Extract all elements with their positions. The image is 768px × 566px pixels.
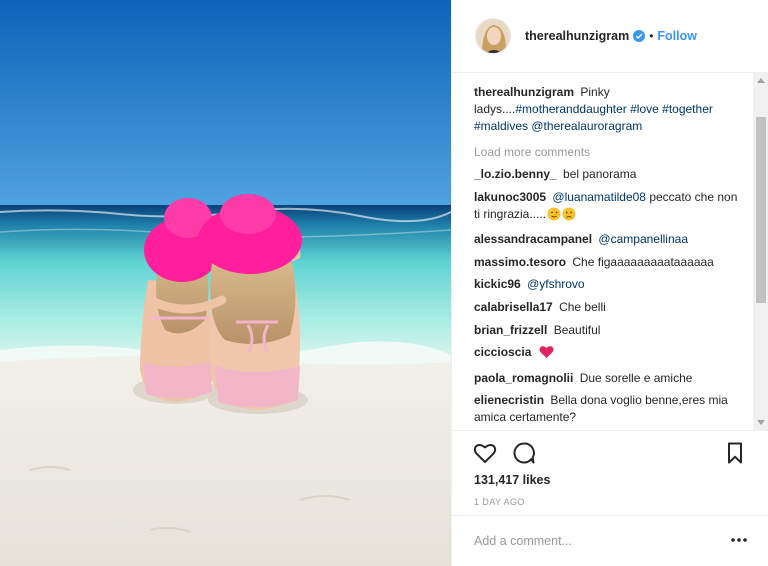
comment-text: Che figaaaaaaaaataaaaaa [572,254,714,269]
comment-username[interactable]: alessandracampanel [474,232,592,246]
mention-link[interactable]: @therealauroragram [531,119,642,133]
header-username[interactable]: therealhunzigram [525,29,629,43]
bookmark-icon[interactable] [722,440,748,466]
comment-item: massimo.tesoro Che figaaaaaaaaataaaaaa [474,254,746,271]
hashtag-link[interactable]: #love [630,102,659,116]
mention-link[interactable]: @luanamatilde08 [552,190,646,204]
add-comment-input[interactable] [474,530,714,552]
comment-username[interactable]: lakunoc3005 [474,190,546,204]
post-side-panel: therealhunzigram • Follow therealhunzigr… [451,0,768,566]
mention-link[interactable]: @campanellinaa [598,232,688,246]
comment-text: bel panorama [563,167,637,181]
mention-link[interactable]: @yfshrovo [527,277,585,291]
comments-list: therealhunzigram Pinky ladys....#mothera… [474,84,746,426]
instagram-post: therealhunzigram • Follow therealhunzigr… [0,0,768,566]
comment-username[interactable]: ciccioscia [474,345,531,359]
hashtag-link[interactable]: #maldives [474,119,528,133]
comment-text: Che belli [559,299,606,314]
hashtag-link[interactable]: #together [662,102,713,116]
post-header: therealhunzigram • Follow [452,0,768,73]
comment-item: alessandracampanel @campanellinaa [474,231,746,248]
heart-icon[interactable] [472,440,498,466]
likes-count[interactable]: 131,417 likes [474,473,550,487]
comment-item: lakunoc3005 @luanamatilde08 peccato che … [474,189,746,226]
comments-scrollbar[interactable] [753,73,768,430]
header-separator: • [649,29,654,43]
wink-emoji-icon [547,207,561,226]
red-heart-emoji-icon [539,345,554,364]
comment-icon[interactable] [511,440,537,466]
post-timestamp: 1 DAY AGO [474,497,525,507]
scroll-thumb[interactable] [756,117,766,303]
comment-item: paola_romagnolii Due sorelle e amiche [474,370,746,387]
load-more-comments-button[interactable]: Load more comments [474,144,746,161]
comment-item: elienecristin Bella dona voglio benne,er… [474,392,746,426]
comment-username[interactable]: calabrisella17 [474,300,553,314]
comment-text: Beautiful [553,322,601,337]
comment-username[interactable]: massimo.tesoro [474,255,566,269]
comment-item: kickic96 @yfshrovo [474,276,746,293]
comment-username[interactable]: kickic96 [474,277,521,291]
avatar[interactable] [475,18,511,54]
sad-emoji-icon [562,207,576,226]
post-caption: therealhunzigram Pinky ladys....#mothera… [474,84,746,135]
comment-item: brian_frizzell Beautiful [474,322,746,339]
follow-button[interactable]: Follow [657,29,697,43]
comment-username[interactable]: paola_romagnolii [474,371,573,385]
comment-username[interactable]: elienecristin [474,393,544,407]
more-options-icon[interactable] [729,533,749,547]
comment-username[interactable]: _lo.zio.benny_ [474,167,557,181]
verified-badge-icon [633,30,646,42]
hashtag-link[interactable]: #motheranddaughter [515,102,626,116]
comment-item: ciccioscia [474,344,746,364]
caption-username[interactable]: therealhunzigram [474,85,574,99]
comment-item: _lo.zio.benny_ bel panorama [474,166,746,183]
beach-photo-illustration [0,0,451,566]
scroll-up-arrow-icon[interactable] [757,78,765,83]
comment-username[interactable]: brian_frizzell [474,323,547,337]
comment-item: calabrisella17 Che belli [474,299,746,316]
scroll-down-arrow-icon[interactable] [757,420,765,425]
post-actions: 131,417 likes 1 DAY AGO [452,430,768,515]
add-comment-section [452,515,768,566]
comment-text: Due sorelle e amiche [579,370,693,385]
post-photo[interactable] [0,0,451,566]
